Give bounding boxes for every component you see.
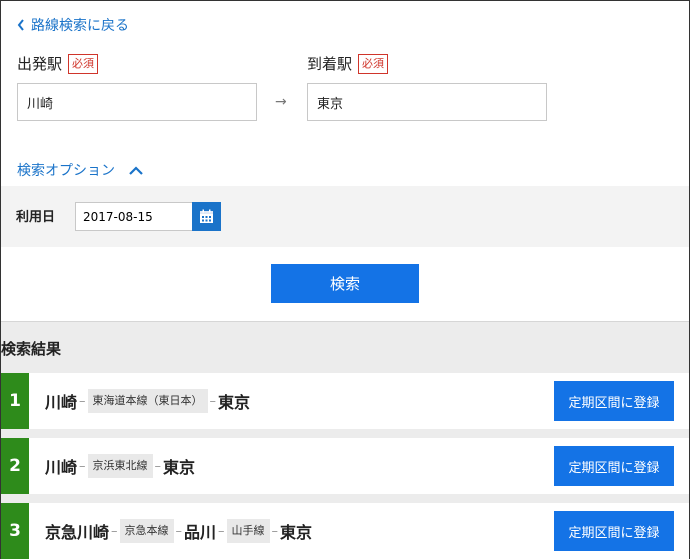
route-connector: – xyxy=(79,458,86,474)
search-button[interactable]: 検索 xyxy=(271,264,419,303)
route-connector: – xyxy=(218,523,225,539)
line-chip: 東海道本線（東日本） xyxy=(87,389,208,413)
results-title: 検索結果 xyxy=(1,340,62,358)
line-chip: 京急本線 xyxy=(119,519,174,543)
date-input[interactable] xyxy=(75,202,193,231)
search-options-toggle[interactable]: 検索オプション xyxy=(17,160,143,180)
line-chip: 京浜東北線 xyxy=(87,454,153,478)
arrival-station-input[interactable] xyxy=(307,83,547,121)
result-row: 1 川崎 – 東海道本線（東日本） – 東京 定期区間に登録 xyxy=(1,373,689,429)
back-link-label: 路線検索に戻る xyxy=(31,18,129,34)
results-header xyxy=(1,321,689,373)
register-commuter-route-button[interactable]: 定期区間に登録 xyxy=(554,381,674,421)
station-name: 東京 xyxy=(280,523,313,542)
calendar-button[interactable] xyxy=(192,202,221,231)
register-commuter-route-button[interactable]: 定期区間に登録 xyxy=(554,446,674,486)
station-name: 東京 xyxy=(163,458,196,477)
departure-label: 出発駅 必須 xyxy=(17,53,99,74)
station-name: 川崎 xyxy=(45,458,78,477)
back-to-route-search-link[interactable]: 路線検索に戻る xyxy=(17,15,129,35)
arrival-label: 到着駅 必須 xyxy=(307,53,389,74)
route-summary: 川崎 – 京浜東北線 – 東京 xyxy=(45,454,195,478)
station-name: 京急川崎 xyxy=(45,523,110,542)
required-badge: 必須 xyxy=(68,53,99,74)
row-separator xyxy=(1,494,689,503)
register-commuter-route-button[interactable]: 定期区間に登録 xyxy=(554,511,674,551)
calendar-icon xyxy=(200,209,213,223)
station-name: 川崎 xyxy=(45,393,78,412)
route-connector: – xyxy=(271,523,279,539)
chevron-left-icon xyxy=(17,19,24,31)
route-summary: 川崎 – 東海道本線（東日本） – 東京 xyxy=(45,389,250,413)
required-badge: 必須 xyxy=(358,53,389,74)
route-connector: – xyxy=(209,393,217,409)
arrival-label-text: 到着駅 xyxy=(307,55,353,73)
search-options-label: 検索オプション xyxy=(17,163,115,179)
station-name: 品川 xyxy=(184,523,217,542)
chevron-up-icon xyxy=(129,165,143,175)
arrow-icon: → xyxy=(275,94,287,110)
station-name: 東京 xyxy=(218,393,251,412)
row-separator xyxy=(1,429,689,438)
line-chip: 山手線 xyxy=(226,519,270,543)
result-row: 3 京急川崎 – 京急本線 – 品川 – 山手線 – 東京 定期区間に登録 xyxy=(1,503,689,559)
route-connector: – xyxy=(175,523,183,539)
route-summary: 京急川崎 – 京急本線 – 品川 – 山手線 – 東京 xyxy=(45,519,312,543)
departure-label-text: 出発駅 xyxy=(17,55,63,73)
date-label: 利用日 xyxy=(16,210,56,225)
rank-badge: 2 xyxy=(1,438,29,494)
result-row: 2 川崎 – 京浜東北線 – 東京 定期区間に登録 xyxy=(1,438,689,494)
route-connector: – xyxy=(111,523,118,539)
departure-station-input[interactable] xyxy=(17,83,257,121)
rank-badge: 1 xyxy=(1,373,29,429)
route-connector: – xyxy=(79,393,86,409)
rank-badge: 3 xyxy=(1,503,29,559)
route-connector: – xyxy=(154,458,162,474)
